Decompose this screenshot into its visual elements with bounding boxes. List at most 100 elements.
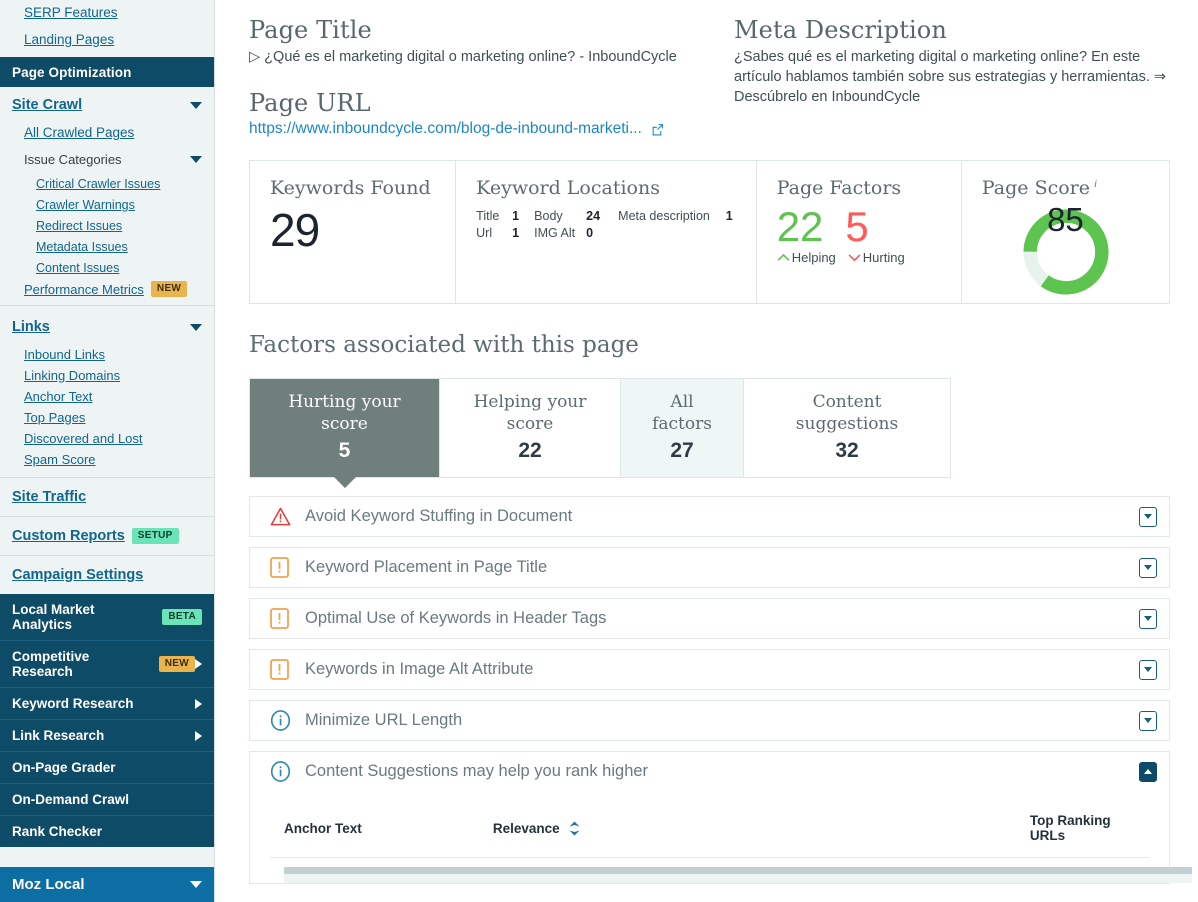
- expand-toggle-keywords-image-alt[interactable]: [1139, 659, 1157, 680]
- sidebar-item-performance-metrics[interactable]: Performance Metrics NEW: [0, 281, 214, 297]
- tab-helping-your-score[interactable]: Helping your score 22: [440, 379, 621, 477]
- sidebar-item-local-market-analytics[interactable]: Local Market Analytics BETA: [0, 594, 214, 641]
- sidebar-item-performance-metrics-label[interactable]: Performance Metrics: [24, 282, 144, 297]
- sidebar-item-spam-score[interactable]: Spam Score: [0, 449, 214, 470]
- expand-toggle-minimize-url-length[interactable]: [1139, 710, 1157, 731]
- exclamation-box-icon: [270, 557, 291, 578]
- page-url-link[interactable]: https://www.inboundcycle.com/blog-de-inb…: [249, 120, 642, 138]
- page-factors-helping-label: Helping: [791, 250, 836, 265]
- expand-toggle-optimal-use-header-tags[interactable]: [1139, 608, 1157, 629]
- tab-all-factors-label: All factors: [652, 392, 712, 434]
- chevron-down-icon-moz-local[interactable]: [190, 881, 202, 888]
- expand-toggle-keyword-placement-title[interactable]: [1139, 557, 1157, 578]
- chevron-right-icon-competitive-research[interactable]: [195, 659, 202, 669]
- horizontal-scrollbar[interactable]: [284, 867, 1192, 874]
- sidebar-item-landing-pages[interactable]: Landing Pages: [0, 29, 214, 50]
- tab-content-suggestions[interactable]: Content suggestions 32: [744, 379, 950, 477]
- sidebar-item-linking-domains[interactable]: Linking Domains: [0, 365, 214, 386]
- card-page-score-title: Page Score i: [982, 177, 1151, 199]
- kw-loc-meta-label: Meta description: [618, 209, 710, 223]
- chevron-down-icon-row-4: [1144, 667, 1152, 672]
- kw-loc-body-label: Body: [534, 209, 563, 223]
- sidebar-item-on-demand-crawl-label: On-Demand Crawl: [12, 792, 130, 807]
- sidebar-section-site-crawl[interactable]: Site Crawl: [0, 88, 214, 122]
- sidebar-section-site-traffic-label[interactable]: Site Traffic: [12, 489, 86, 505]
- factor-row-keyword-placement-title[interactable]: Keyword Placement in Page Title: [249, 547, 1170, 588]
- page-root: SERP Features Landing Pages Page Optimiz…: [0, 0, 1198, 902]
- info-icon-page-score[interactable]: i: [1094, 178, 1097, 190]
- sidebar-item-critical-crawler-issues[interactable]: Critical Crawler Issues: [0, 174, 214, 195]
- page-factors-helping: Helping: [777, 250, 836, 265]
- sidebar-subsection-issue-categories[interactable]: Issue Categories: [0, 149, 214, 170]
- chevron-down-icon-row-5: [1144, 718, 1152, 723]
- sidebar-section-links[interactable]: Links: [0, 310, 214, 344]
- sidebar-section-site-traffic[interactable]: Site Traffic: [0, 482, 214, 512]
- sidebar-section-moz-local[interactable]: Moz Local: [0, 867, 214, 902]
- chevron-right-icon-keyword-research[interactable]: [195, 698, 202, 709]
- sidebar-item-local-market-analytics-label: Local Market Analytics: [12, 602, 95, 632]
- sidebar-item-crawler-warnings[interactable]: Crawler Warnings: [0, 195, 214, 216]
- info-circle-icon: [270, 761, 291, 782]
- collapse-toggle-content-suggestions[interactable]: [1139, 761, 1157, 782]
- external-link-icon-page-url[interactable]: [651, 123, 664, 136]
- sidebar-item-anchor-text[interactable]: Anchor Text: [0, 386, 214, 407]
- chevron-down-icon-site-crawl[interactable]: [190, 101, 202, 109]
- sidebar-section-site-crawl-label[interactable]: Site Crawl: [12, 97, 82, 113]
- kw-loc-url-value: 1: [512, 226, 520, 240]
- factor-row-keyword-placement-title-label: Keyword Placement in Page Title: [305, 558, 548, 576]
- factors-tabs: Hurting your score 5 Helping your score …: [249, 378, 951, 488]
- sidebar-section-campaign-settings[interactable]: Campaign Settings: [0, 560, 214, 591]
- kw-loc-meta-value: 1: [725, 209, 733, 223]
- factor-row-optimal-use-header-tags[interactable]: Optimal Use of Keywords in Header Tags: [249, 598, 1170, 639]
- factor-row-keywords-image-alt[interactable]: Keywords in Image Alt Attribute: [249, 649, 1170, 690]
- chevron-down-icon-issue-categories[interactable]: [190, 156, 202, 163]
- sidebar-item-serp-features[interactable]: SERP Features: [0, 2, 214, 23]
- kw-loc-url-label: Url: [476, 226, 493, 240]
- expand-toggle-avoid-keyword-stuffing[interactable]: [1139, 506, 1157, 527]
- sidebar-item-on-page-grader-label: On-Page Grader: [12, 760, 116, 775]
- kw-loc-title-value: 1: [512, 209, 520, 223]
- sidebar-item-top-pages[interactable]: Top Pages: [0, 407, 214, 428]
- factor-row-minimize-url-length[interactable]: Minimize URL Length: [249, 700, 1170, 741]
- chevron-down-icon-links[interactable]: [190, 323, 202, 331]
- card-page-score-title-text: Page Score: [981, 177, 1091, 199]
- sort-toggle-icon[interactable]: [568, 820, 581, 837]
- factor-row-content-suggestions[interactable]: Content Suggestions may help you rank hi…: [249, 751, 1170, 792]
- sidebar-section-custom-reports[interactable]: Custom Reports SETUP: [0, 521, 214, 551]
- page-title-block: Page Title ▷ ¿Qué es el marketing digita…: [249, 16, 734, 138]
- tab-hurting-your-score[interactable]: Hurting your score 5: [250, 379, 440, 488]
- sidebar-item-discovered-and-lost[interactable]: Discovered and Lost: [0, 428, 214, 449]
- exclamation-box-icon: [270, 659, 291, 680]
- sidebar-item-all-crawled-pages[interactable]: All Crawled Pages: [0, 122, 214, 143]
- sidebar-dark-nav: Local Market Analytics BETA Competitive …: [0, 594, 214, 847]
- chevron-up-icon-helping: [777, 253, 790, 261]
- sidebar-item-page-optimization[interactable]: Page Optimization: [0, 57, 214, 87]
- sidebar-section-campaign-settings-label[interactable]: Campaign Settings: [12, 567, 143, 583]
- sidebar-item-content-issues[interactable]: Content Issues: [0, 258, 214, 279]
- factor-row-avoid-keyword-stuffing[interactable]: Avoid Keyword Stuffing in Document: [249, 496, 1170, 537]
- sidebar-item-keyword-research[interactable]: Keyword Research: [0, 688, 214, 720]
- sidebar-section-links-label[interactable]: Links: [12, 319, 50, 335]
- tab-all-factors[interactable]: All factors 27: [621, 379, 744, 477]
- sidebar-item-metadata-issues[interactable]: Metadata Issues: [0, 237, 214, 258]
- chevron-right-icon-link-research[interactable]: [195, 730, 202, 741]
- sidebar-item-competitive-research-label: Competitive Research: [12, 649, 90, 679]
- page-url-block: Page URL https://www.inboundcycle.com/bl…: [249, 89, 734, 138]
- tab-all-factors-count: 27: [670, 439, 694, 462]
- sidebar-item-rank-checker[interactable]: Rank Checker: [0, 816, 214, 847]
- sidebar-item-competitive-research[interactable]: Competitive Research NEW: [0, 641, 214, 688]
- sidebar-item-inbound-links[interactable]: Inbound Links: [0, 344, 214, 365]
- tab-hurting-your-score-label: Hurting your score: [288, 392, 401, 434]
- sidebar-section-custom-reports-label[interactable]: Custom Reports: [12, 528, 125, 544]
- sidebar-item-page-optimization-label: Page Optimization: [12, 64, 132, 80]
- sidebar-item-on-demand-crawl[interactable]: On-Demand Crawl: [0, 784, 214, 816]
- factor-row-optimal-use-header-tags-label: Optimal Use of Keywords in Header Tags: [305, 609, 607, 627]
- sidebar-item-on-page-grader[interactable]: On-Page Grader: [0, 752, 214, 784]
- page-factors-hurting-label: Hurting: [862, 250, 905, 265]
- column-header-relevance[interactable]: Relevance: [493, 820, 1030, 837]
- sidebar-item-redirect-issues[interactable]: Redirect Issues: [0, 216, 214, 237]
- badge-new-competitive-research: NEW: [158, 656, 195, 672]
- sidebar-item-link-research[interactable]: Link Research: [0, 720, 214, 752]
- sidebar-item-keyword-research-label: Keyword Research: [12, 696, 134, 711]
- factor-row-minimize-url-length-label: Minimize URL Length: [305, 711, 463, 729]
